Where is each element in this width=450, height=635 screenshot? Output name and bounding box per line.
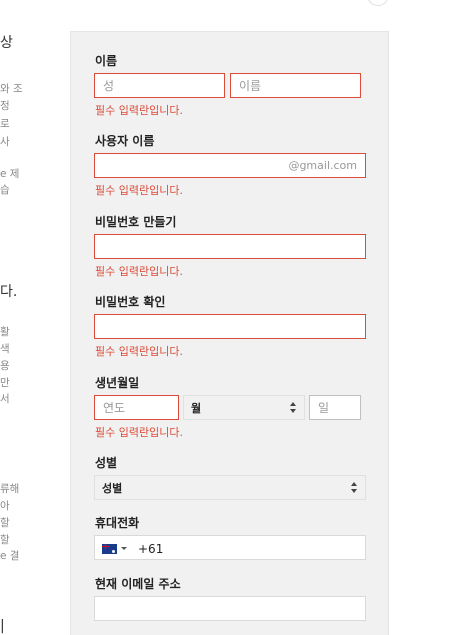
password-confirm-input[interactable] xyxy=(94,314,366,339)
left-fragment-text: 정 xyxy=(0,100,10,112)
left-fragment-text: e 제 xyxy=(0,168,20,180)
left-fragment-text: 용 xyxy=(0,360,10,372)
left-fragment-text: 류해 xyxy=(0,483,20,495)
phone-input[interactable]: +61 xyxy=(94,535,366,560)
password-confirm-error-message: 필수 입력란입니다. xyxy=(95,345,183,358)
last-name-placeholder: 성 xyxy=(103,79,115,93)
current-email-label: 현재 이메일 주소 xyxy=(95,577,181,591)
left-fragment-text: 만 xyxy=(0,377,10,389)
birth-year-input[interactable]: 연도 xyxy=(94,395,179,420)
left-fragment-text: 색 xyxy=(0,343,10,355)
current-email-input[interactable] xyxy=(94,596,366,621)
chevron-down-icon[interactable] xyxy=(121,547,127,550)
signup-form-card: 이름 성 이름 필수 입력란입니다. 사용자 이름 @gmail.com 필수 … xyxy=(70,31,389,635)
phone-label: 휴대전화 xyxy=(95,516,140,530)
left-panel-fragments: 상 와 조 정 로 사 e 제 습 다. 활 색 용 만 서 류해 아 할 할 … xyxy=(0,0,30,635)
birth-month-value: 월 xyxy=(191,402,202,415)
birth-month-select[interactable]: 월 xyxy=(183,395,305,420)
left-fragment-text: e 결 xyxy=(0,550,20,562)
left-fragment-text: 와 조 xyxy=(0,83,23,95)
username-input[interactable]: @gmail.com xyxy=(94,153,366,178)
birthday-label: 생년월일 xyxy=(95,376,140,390)
left-fragment-text: 할 xyxy=(0,517,10,529)
left-fragment-text: 아 xyxy=(0,500,10,512)
birth-day-input[interactable]: 일 xyxy=(309,395,361,420)
birth-year-placeholder: 연도 xyxy=(103,401,126,415)
left-fragment-text: 습 xyxy=(0,184,10,196)
gender-value: 성별 xyxy=(102,482,123,495)
birth-day-placeholder: 일 xyxy=(318,401,330,415)
first-name-input[interactable]: 이름 xyxy=(230,73,361,98)
name-error-message: 필수 입력란입니다. xyxy=(95,104,183,117)
password-input[interactable] xyxy=(94,234,366,259)
username-error-message: 필수 입력란입니다. xyxy=(95,184,183,197)
gender-label: 성별 xyxy=(95,456,118,470)
top-circle-button[interactable] xyxy=(367,0,389,6)
first-name-placeholder: 이름 xyxy=(239,79,262,93)
left-fragment-text: 로 xyxy=(0,118,10,130)
username-label: 사용자 이름 xyxy=(95,134,155,148)
password-label: 비밀번호 만들기 xyxy=(95,215,177,229)
last-name-input[interactable]: 성 xyxy=(94,73,225,98)
gmail-suffix: @gmail.com xyxy=(288,159,357,172)
left-fragment-text: 상 xyxy=(0,35,13,51)
up-down-arrows-icon xyxy=(290,402,296,413)
up-down-arrows-icon xyxy=(351,482,357,493)
left-fragment-text: 할 xyxy=(0,534,10,546)
left-fragment-text: | xyxy=(0,618,5,634)
left-fragment-text: 활 xyxy=(0,326,10,338)
left-fragment-text: 서 xyxy=(0,393,10,405)
left-fragment-text: 사 xyxy=(0,136,10,148)
australia-flag-icon[interactable] xyxy=(102,544,117,554)
password-confirm-label: 비밀번호 확인 xyxy=(95,295,166,309)
password-error-message: 필수 입력란입니다. xyxy=(95,265,183,278)
name-label: 이름 xyxy=(95,54,118,68)
phone-value: +61 xyxy=(138,542,164,556)
left-fragment-text: 다. xyxy=(0,284,18,300)
birthday-error-message: 필수 입력란입니다. xyxy=(95,426,183,439)
gender-select[interactable]: 성별 xyxy=(94,475,366,500)
